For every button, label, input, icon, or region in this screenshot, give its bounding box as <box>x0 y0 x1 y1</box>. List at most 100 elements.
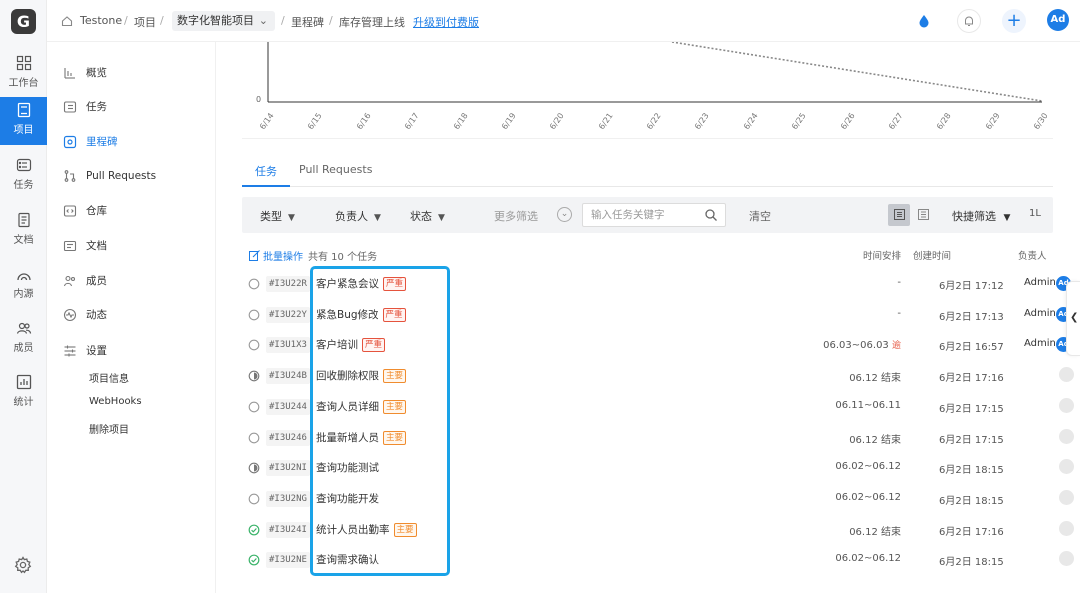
task-title-text: 回收删除权限 <box>316 370 379 383</box>
task-row[interactable]: #I3U2NE 查询需求确认 06.02~06.12 6月2日 18:15 <box>242 546 1074 576</box>
settings-webhooks[interactable]: WebHooks <box>89 396 142 407</box>
task-schedule-text: 06.02~06.12 <box>835 491 901 503</box>
burndown-chart: 0 6/14 6/15 6/16 6/17 6/18 6/19 6/20 6/21 6/22 6/… <box>242 42 1053 139</box>
table-view-button[interactable] <box>912 204 934 226</box>
top-header: Testone / 项目 / 数字化智能项目 ⌄ / 里程碑 / 库存管理上线 … <box>47 0 1080 42</box>
sort-button[interactable]: 1L <box>1029 208 1041 219</box>
status-todo-icon[interactable] <box>248 309 260 321</box>
breadcrumb-org[interactable]: Testone <box>80 14 122 27</box>
sidebar-item-overview[interactable]: 概览 <box>63 65 107 85</box>
unassigned-avatar[interactable] <box>1059 520 1074 536</box>
status-done-icon[interactable] <box>248 524 260 536</box>
list-view-button[interactable] <box>888 204 910 226</box>
search-icon[interactable] <box>704 208 718 222</box>
chevron-circle-icon[interactable]: ⌄ <box>557 207 572 222</box>
rail-item-docs[interactable]: 文档 <box>0 207 47 255</box>
task-title[interactable]: 查询功能测试 <box>316 460 379 476</box>
water-drop-button[interactable] <box>912 9 936 33</box>
breadcrumb-milestones[interactable]: 里程碑 <box>291 14 324 30</box>
search-input[interactable] <box>583 204 698 226</box>
status-todo-icon[interactable] <box>248 339 260 351</box>
rail-item-workbench[interactable]: 工作台 <box>0 50 47 98</box>
sidebar-item-docs[interactable]: 文档 <box>63 238 107 258</box>
filter-status[interactable]: 状态 ▼ <box>410 208 445 224</box>
user-avatar[interactable]: Ad <box>1047 9 1069 31</box>
unassigned-avatar[interactable] <box>1059 428 1074 444</box>
task-row[interactable]: #I3U24B 回收删除权限 主要 06.12 结束 6月2日 17:16 <box>242 362 1074 392</box>
rail-item-stats[interactable]: 统计 <box>0 369 47 417</box>
task-assignee[interactable]: Admin <box>1024 277 1056 288</box>
task-row[interactable]: #I3U22Y 紧急Bug修改 严重 -6月2日 17:13 Admin Ad <box>242 301 1071 331</box>
task-title[interactable]: 查询需求确认 <box>316 552 379 568</box>
rail-item-innersource[interactable]: 内源 <box>0 261 47 309</box>
project-select[interactable]: 数字化智能项目 ⌄ <box>172 11 275 31</box>
rail-item-tasks[interactable]: 任务 <box>0 152 47 200</box>
task-title[interactable]: 查询人员详细 主要 <box>316 399 407 415</box>
status-in-progress-icon[interactable] <box>248 462 260 474</box>
task-row[interactable]: #I3U2NG 查询功能开发 06.02~06.12 6月2日 18:15 <box>242 485 1074 515</box>
upgrade-link[interactable]: 升级到付费版 <box>413 14 479 30</box>
sidebar-item-settings[interactable]: 设置 <box>63 343 107 363</box>
task-row[interactable]: #I3U2NI 查询功能测试 06.02~06.12 6月2日 18:15 <box>242 454 1074 484</box>
task-title[interactable]: 客户培训 严重 <box>316 337 386 353</box>
task-title[interactable]: 紧急Bug修改 严重 <box>316 307 406 323</box>
sidebar-item-pull-requests[interactable]: Pull Requests <box>63 169 156 189</box>
batch-operation[interactable]: 批量操作 <box>249 248 303 263</box>
quick-filter[interactable]: 快捷筛选 ▼ <box>952 208 1010 224</box>
status-todo-icon[interactable] <box>248 278 260 290</box>
filter-type[interactable]: 类型 ▼ <box>260 208 295 224</box>
status-todo-icon[interactable] <box>248 493 260 505</box>
task-title[interactable]: 查询功能开发 <box>316 491 379 507</box>
rail-label: 工作台 <box>8 78 39 89</box>
tab-pull-requests[interactable]: Pull Requests <box>299 163 372 176</box>
clear-filters-button[interactable]: 清空 <box>749 208 771 224</box>
tab-tasks[interactable]: 任务 <box>255 163 277 179</box>
rail-label: 任务 <box>13 180 34 191</box>
sidebar-item-repo[interactable]: 仓库 <box>63 203 107 223</box>
settings-project-info[interactable]: 项目信息 <box>89 370 129 385</box>
unassigned-avatar[interactable] <box>1059 489 1074 505</box>
unassigned-avatar[interactable] <box>1059 367 1074 383</box>
task-title[interactable]: 批量新增人员 主要 <box>316 430 407 446</box>
filter-assignee[interactable]: 负责人 ▼ <box>335 208 381 224</box>
task-title[interactable]: 客户紧急会议 严重 <box>316 276 407 292</box>
task-row[interactable]: #I3U22R 客户紧急会议 严重 -6月2日 17:12 Admin Ad <box>242 270 1071 300</box>
app-logo[interactable]: G <box>11 9 36 34</box>
bell-icon <box>965 16 973 26</box>
breadcrumb-separator: / <box>329 14 333 27</box>
task-assignee[interactable]: Admin <box>1024 338 1056 349</box>
task-assignee[interactable]: Admin <box>1024 308 1056 319</box>
sidebar-item-activity[interactable]: 动态 <box>63 307 107 327</box>
task-title[interactable]: 统计人员出勤率 主要 <box>316 522 417 538</box>
status-in-progress-icon[interactable] <box>248 370 260 382</box>
task-title-text: 客户培训 <box>316 339 358 352</box>
notifications-button[interactable] <box>957 9 981 33</box>
status-todo-icon[interactable] <box>248 432 260 444</box>
create-button[interactable]: + <box>1002 9 1026 33</box>
sidebar-item-milestones[interactable]: 里程碑 <box>63 134 118 154</box>
task-row[interactable]: #I3U1X3 客户培训 严重 06.03~06.03 逾 6月2日 16:57 Admi… <box>242 331 1071 361</box>
rail-label: 成员 <box>13 343 34 354</box>
sidebar-item-members[interactable]: 成员 <box>63 273 107 293</box>
status-todo-icon[interactable] <box>248 401 260 413</box>
more-filters-button[interactable]: 更多筛选 <box>494 208 538 224</box>
status-done-icon[interactable] <box>248 554 260 566</box>
settings-gear-icon[interactable] <box>14 556 32 574</box>
rail-item-projects[interactable]: 项目 <box>0 97 47 145</box>
settings-delete-project[interactable]: 删除项目 <box>89 421 129 436</box>
rail-item-members[interactable]: 成员 <box>0 315 47 363</box>
collapse-panel-button[interactable]: ❮ <box>1066 281 1080 356</box>
unassigned-avatar[interactable] <box>1059 459 1074 475</box>
unassigned-avatar[interactable] <box>1059 397 1074 413</box>
task-row[interactable]: #I3U246 批量新增人员 主要 06.12 结束 6月2日 17:15 <box>242 424 1074 454</box>
task-row[interactable]: #I3U244 查询人员详细 主要 06.11~06.11 6月2日 17:15 <box>242 393 1074 423</box>
breadcrumb-projects[interactable]: 项目 <box>134 14 156 30</box>
task-title[interactable]: 回收删除权限 主要 <box>316 368 407 384</box>
document-icon <box>17 212 30 228</box>
stats-icon <box>16 374 31 390</box>
breadcrumb-separator: / <box>160 14 164 27</box>
task-row[interactable]: #I3U24I 统计人员出勤率 主要 06.12 结束 6月2日 17:16 <box>242 516 1074 546</box>
unassigned-avatar[interactable] <box>1059 551 1074 567</box>
home-icon[interactable] <box>61 15 73 27</box>
sidebar-item-tasks[interactable]: 任务 <box>63 99 107 119</box>
